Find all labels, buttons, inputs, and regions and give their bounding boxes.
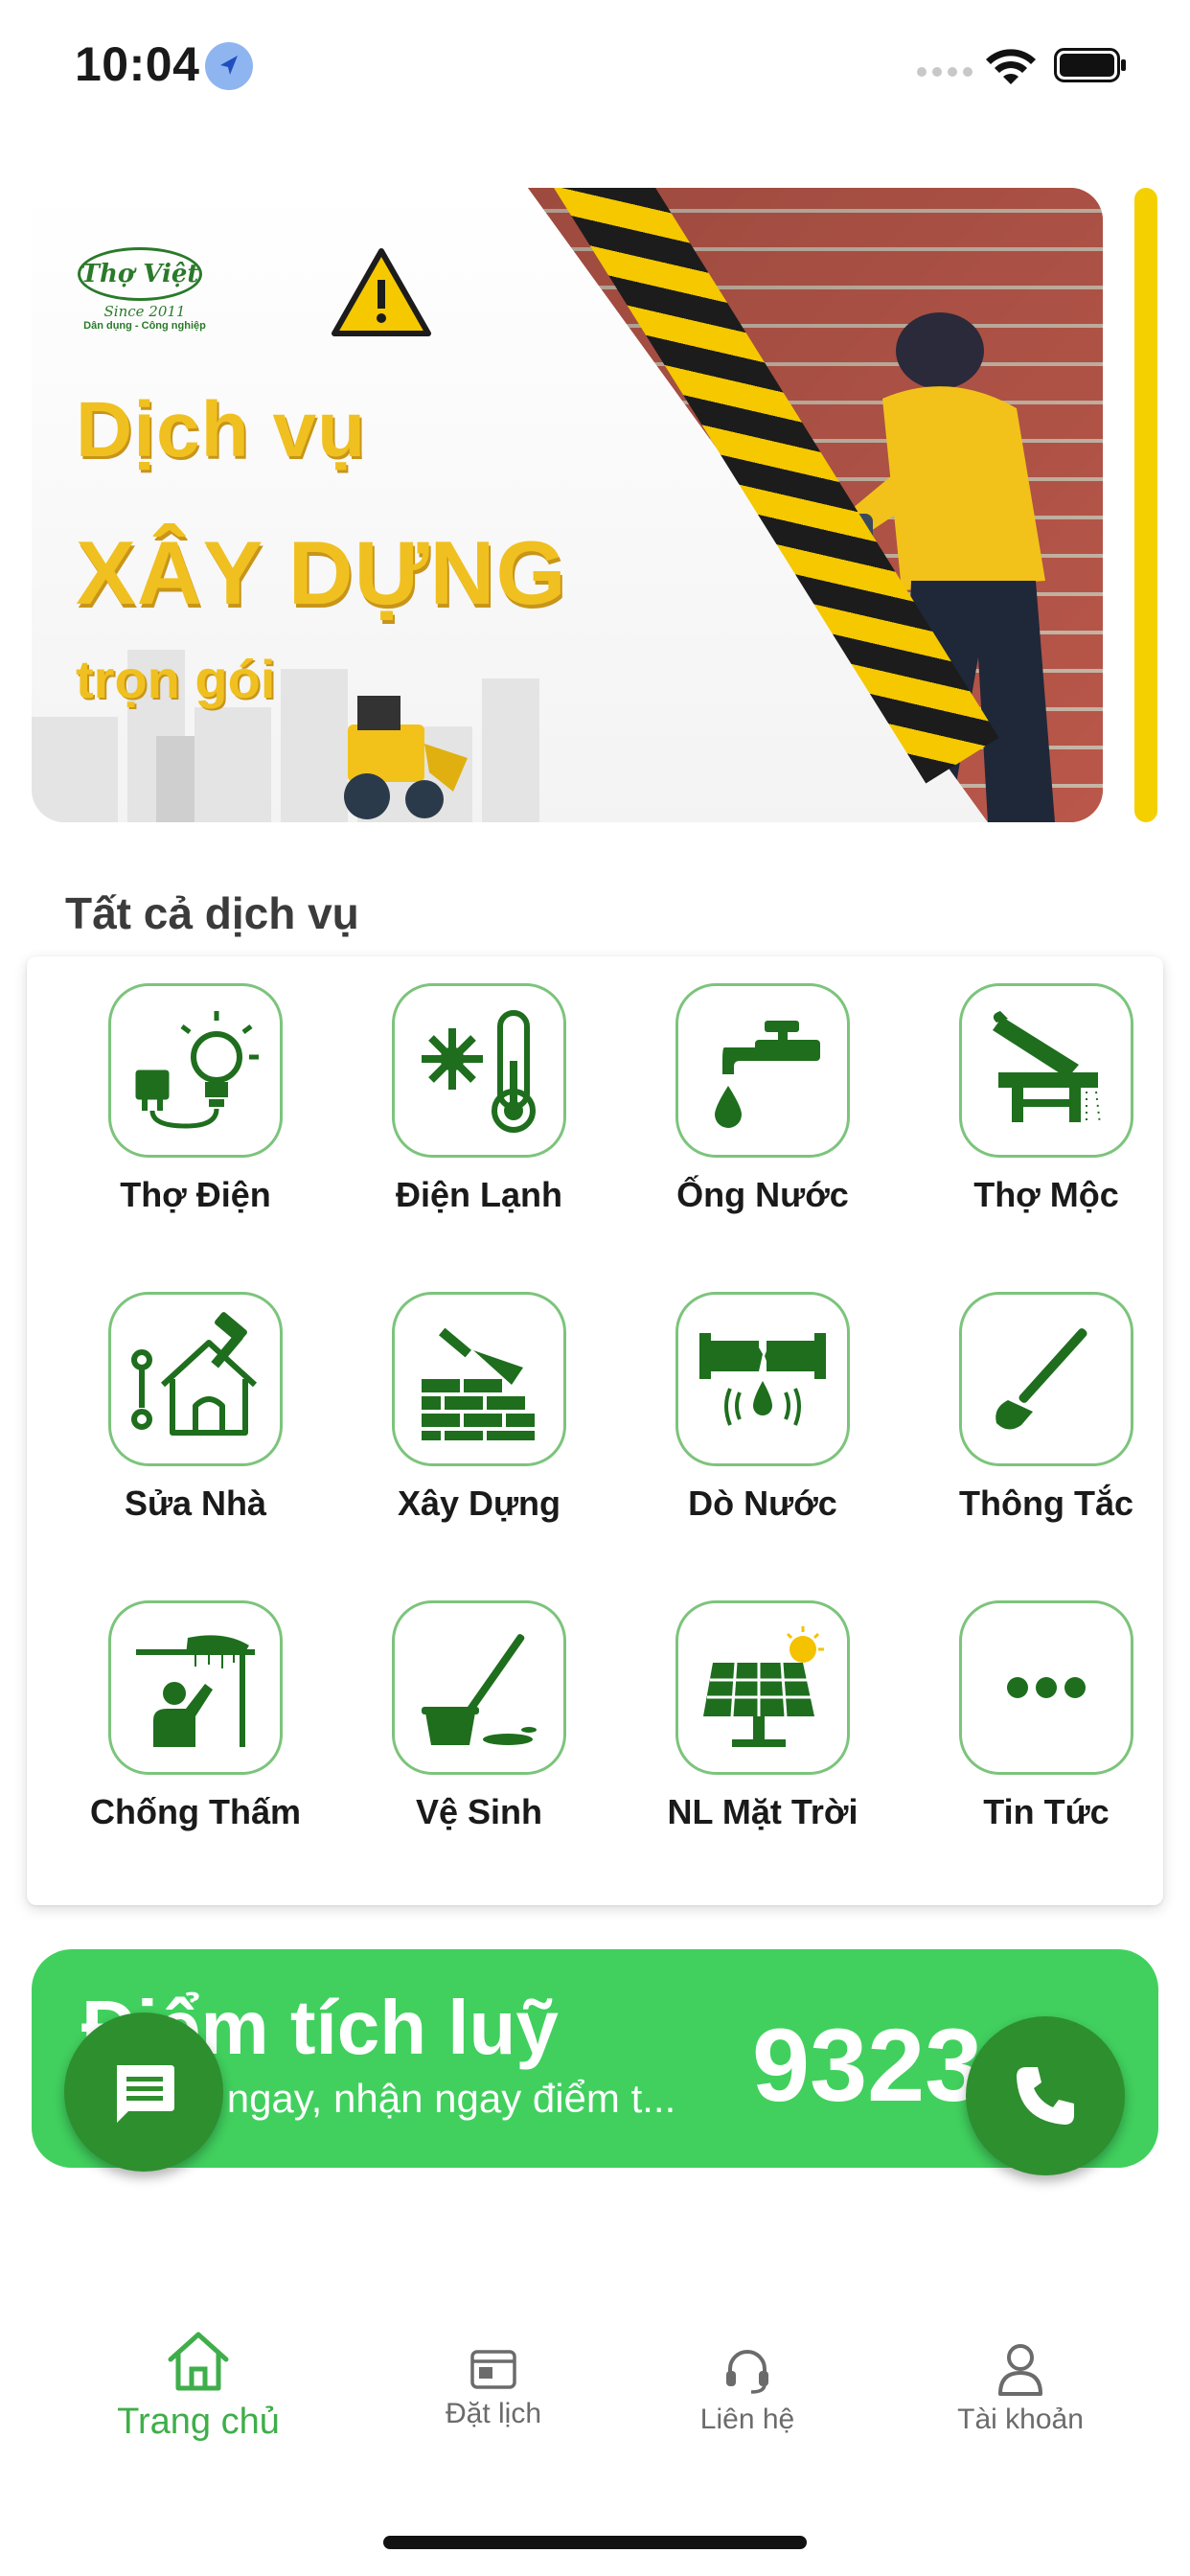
service-label: Chống Thấm — [90, 1792, 301, 1831]
home-icon — [168, 2332, 229, 2391]
services-section-title: Tất cả dịch vụ — [65, 888, 359, 938]
refrigeration-icon — [392, 983, 566, 1158]
service-label: Thợ Điện — [120, 1175, 271, 1214]
service-label: Tin Tức — [983, 1792, 1110, 1831]
service-label: Ống Nước — [676, 1175, 849, 1214]
service-tho-dien[interactable]: Thợ Điện — [54, 983, 337, 1215]
bulldozer-icon — [344, 696, 468, 819]
brick-wall-trowel-icon — [392, 1292, 566, 1466]
service-tho-moc[interactable]: Thợ Mộc — [904, 983, 1188, 1215]
service-ve-sinh[interactable]: Vệ Sinh — [337, 1600, 621, 1832]
service-chong-tham[interactable]: Chống Thấm — [54, 1600, 337, 1832]
nav-home[interactable]: Trang chủ — [88, 2329, 309, 2443]
service-xay-dung[interactable]: Xây Dựng — [337, 1292, 621, 1524]
service-label: Thợ Mộc — [973, 1175, 1119, 1214]
chat-button[interactable] — [64, 2012, 223, 2172]
service-label: Điện Lạnh — [395, 1175, 562, 1214]
water-tap-icon — [675, 983, 850, 1158]
battery-icon — [1054, 48, 1126, 82]
bottom-navigation: Trang chủ Đặt lịch Liên hệ Tài khoản — [0, 2300, 1190, 2576]
status-time: 10:04 — [75, 37, 200, 91]
pipe-leak-icon — [675, 1292, 850, 1466]
logo-subtitle: Dân dụng - Công nghiệp — [83, 320, 206, 332]
cellular-signal-icon — [917, 67, 973, 77]
service-thong-tac[interactable]: Thông Tắc — [904, 1292, 1188, 1524]
service-ong-nuoc[interactable]: Ống Nước — [621, 983, 904, 1215]
waterproofing-icon — [108, 1600, 283, 1775]
more-dots-icon — [959, 1600, 1133, 1775]
service-sua-nha[interactable]: Sửa Nhà — [54, 1292, 337, 1524]
location-arrow-icon — [205, 42, 253, 90]
electrician-icon — [108, 983, 283, 1158]
mop-bucket-icon — [392, 1600, 566, 1775]
call-button[interactable] — [966, 2016, 1125, 2175]
service-tin-tuc[interactable]: Tin Tức — [904, 1600, 1188, 1832]
carpenter-saw-icon — [959, 983, 1133, 1158]
user-icon — [998, 2344, 1042, 2396]
banner-headline-2: XÂY DỰNG — [76, 522, 567, 623]
service-nl-mat-troi[interactable]: NL Mặt Trời — [621, 1600, 904, 1832]
service-label: Sửa Nhà — [124, 1484, 267, 1523]
service-label: Vệ Sinh — [415, 1792, 543, 1831]
service-label: Dò Nước — [688, 1484, 837, 1523]
wifi-icon — [986, 49, 1036, 84]
nav-label: Tài khoản — [957, 2404, 1084, 2435]
nav-contact[interactable]: Liên hệ — [661, 2346, 834, 2436]
calendar-icon — [470, 2350, 516, 2389]
chat-icon — [117, 2065, 174, 2123]
service-label: NL Mặt Trời — [667, 1792, 858, 1831]
nav-label: Liên hệ — [699, 2404, 795, 2435]
home-indicator[interactable] — [383, 2536, 807, 2549]
promo-banner[interactable]: Thợ Việt Since 2011 Dân dụng - Công nghi… — [32, 188, 1103, 822]
service-dien-lanh[interactable]: Điện Lạnh — [337, 983, 621, 1215]
nav-label: Trang chủ — [117, 2402, 280, 2442]
phone-icon — [1017, 2067, 1074, 2125]
nav-account[interactable]: Tài khoản — [929, 2342, 1111, 2436]
logo-since: Since 2011 — [103, 303, 186, 320]
nav-booking[interactable]: Đặt lịch — [402, 2346, 584, 2430]
banner-headline-3: trọn gói — [76, 649, 276, 709]
headset-icon — [726, 2350, 768, 2394]
nav-label: Đặt lịch — [445, 2398, 542, 2429]
next-banner-peek[interactable] — [1134, 188, 1157, 822]
logo-text: Thợ Việt — [78, 247, 202, 301]
service-label: Thông Tắc — [959, 1484, 1133, 1523]
points-value: 9323 — [752, 2007, 983, 2123]
plunger-icon — [959, 1292, 1133, 1466]
banner-headline-1: Dịch vụ — [76, 386, 367, 473]
service-label: Xây Dựng — [397, 1484, 561, 1523]
house-repair-icon — [108, 1292, 283, 1466]
brand-logo: Thợ Việt Since 2011 Dân dụng - Công nghi… — [78, 247, 212, 332]
solar-panel-icon — [675, 1600, 850, 1775]
service-do-nuoc[interactable]: Dò Nước — [621, 1292, 904, 1524]
status-bar: 10:04 — [0, 0, 1190, 134]
services-grid: Thợ Điện Điện Lạnh Ống Nước Thợ Mộc Sửa … — [27, 956, 1163, 1905]
warning-sign-icon — [332, 248, 431, 336]
